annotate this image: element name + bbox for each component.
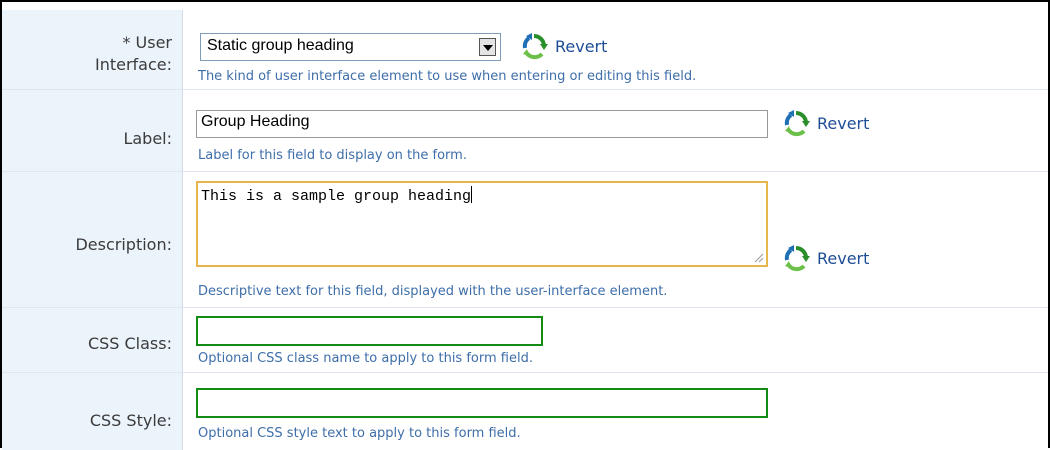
user-interface-label-cell: * User Interface: [2,10,183,89]
user-interface-select-value: Static group heading [207,37,354,54]
revert-label: Revert [817,113,870,133]
field-properties-form: * User Interface: Static group heading R… [0,0,1050,450]
user-interface-label-line1: User [135,33,172,52]
label-label-cell: Label: [2,90,183,171]
description-label: Description: [75,235,172,254]
revert-arrows-icon [784,110,810,137]
description-textarea[interactable]: This is a sample group heading [196,181,768,267]
css-class-label-cell: CSS Class: [2,308,183,372]
label-revert-button[interactable]: Revert [782,109,869,137]
label-help: Label for this field to display on the f… [198,148,467,163]
revert-label: Revert [817,248,870,268]
resize-grip-icon[interactable] [754,253,764,263]
required-marker: * [122,33,131,52]
description-help: Descriptive text for this field, display… [198,284,668,299]
label-input[interactable]: Group Heading [196,110,768,138]
css-style-label: CSS Style: [89,411,172,430]
user-interface-select[interactable]: Static group heading [200,33,501,61]
css-style-input[interactable] [196,388,768,418]
revert-arrows-icon [784,245,810,272]
revert-label: Revert [555,36,608,56]
css-style-help: Optional CSS style text to apply to this… [198,426,521,441]
user-interface-help: The kind of user interface element to us… [198,69,697,84]
css-class-help: Optional CSS class name to apply to this… [198,351,533,366]
label-field-label: Label: [123,129,172,148]
description-text: This is a sample group heading [201,188,472,205]
description-label-cell: Description: [2,172,183,307]
text-caret [471,186,473,203]
user-interface-label-line2: Interface: [94,55,172,74]
chevron-down-icon[interactable] [479,38,496,56]
description-textarea-value: This is a sample group heading [201,186,473,205]
revert-arrows-icon [522,33,548,60]
user-interface-revert-button[interactable]: Revert [520,32,607,60]
user-interface-label: * User Interface: [95,32,172,76]
description-revert-button[interactable]: Revert [782,244,869,272]
css-class-label: CSS Class: [87,334,172,353]
css-style-label-cell: CSS Style: [2,373,183,450]
css-class-input[interactable] [196,316,543,346]
